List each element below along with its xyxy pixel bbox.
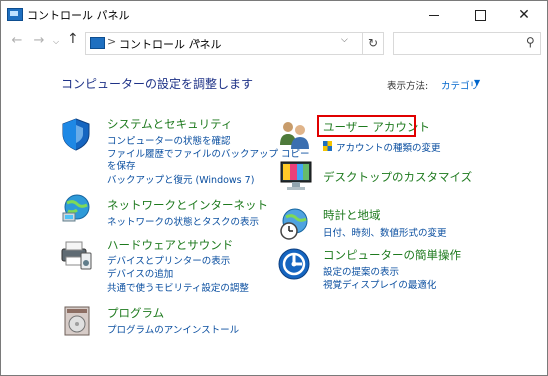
link-devices-printers[interactable]: デバイスとプリンターの表示 — [107, 253, 230, 267]
back-arrow-icon[interactable]: ← — [9, 33, 25, 48]
search-icon: ⚲ — [526, 35, 535, 49]
link-date-time-format[interactable]: 日付、時刻、数値形式の変更 — [323, 225, 447, 239]
network-globe-icon[interactable] — [59, 191, 93, 225]
control-panel-app-icon — [7, 8, 23, 21]
user-accounts-highlight-box — [317, 115, 416, 137]
recent-locations-chevron-icon[interactable]: ⌵ — [53, 37, 59, 47]
category-network-internet-title[interactable]: ネットワークとインターネット — [107, 197, 268, 213]
category-clock-region-title[interactable]: 時計と地域 — [323, 207, 381, 223]
maximize-icon — [474, 9, 486, 21]
forward-arrow-icon[interactable]: → — [31, 33, 47, 48]
link-add-device[interactable]: デバイスの追加 — [107, 266, 173, 280]
category-hardware-sound-title[interactable]: ハードウェアとサウンド — [107, 237, 233, 253]
view-by-label: 表示方法: — [387, 81, 429, 92]
user-accounts-icon[interactable] — [277, 117, 311, 151]
uac-shield-icon — [323, 141, 332, 151]
link-check-computer-status[interactable]: コンピューターの状態を確認 — [107, 133, 231, 147]
link-file-history-backup-cont[interactable]: を保存 — [107, 158, 136, 172]
search-input[interactable]: ⚲ — [393, 32, 541, 55]
close-icon: ✕ — [518, 7, 530, 23]
title-bar[interactable]: コントロール パネル ✕ — [1, 1, 547, 29]
address-dropdown-chevron-icon[interactable]: ⌵ — [341, 35, 348, 45]
address-bar[interactable]: > コントロール パネル > — [85, 32, 363, 55]
minimize-button[interactable] — [411, 1, 457, 29]
programs-disc-icon[interactable] — [61, 303, 95, 337]
category-programs-title[interactable]: プログラム — [107, 305, 164, 321]
up-arrow-icon[interactable]: ↑ — [67, 31, 79, 47]
window-title: コントロール パネル — [27, 9, 130, 22]
link-uninstall-program[interactable]: プログラムのアンインストール — [107, 322, 239, 336]
refresh-button[interactable]: ↻ — [363, 32, 384, 55]
breadcrumb-separator[interactable]: > — [192, 35, 201, 48]
minimize-icon — [429, 14, 439, 16]
category-ease-of-access-title[interactable]: コンピューターの簡単操作 — [323, 247, 461, 263]
page-title: コンピューターの設定を調整します — [61, 77, 254, 91]
clock-globe-icon[interactable] — [277, 207, 311, 241]
link-optimize-display[interactable]: 視覚ディスプレイの最適化 — [323, 277, 436, 291]
link-suggested-settings[interactable]: 設定の提案の表示 — [323, 264, 399, 278]
link-backup-restore[interactable]: バックアップと復元 (Windows 7) — [107, 172, 254, 186]
control-panel-small-icon — [90, 37, 105, 49]
printer-speaker-icon[interactable] — [59, 237, 93, 271]
view-by-caret-icon[interactable]: ▼ — [474, 78, 480, 87]
link-change-account-type[interactable]: アカウントの種類の変更 — [336, 140, 441, 154]
desktop-monitor-icon[interactable] — [279, 159, 313, 193]
category-desktop-customization-title[interactable]: デスクトップのカスタマイズ — [323, 169, 472, 185]
breadcrumb-separator[interactable]: > — [107, 35, 116, 48]
system-security-shield-icon[interactable] — [59, 117, 93, 151]
breadcrumb-control-panel[interactable]: コントロール パネル — [119, 36, 222, 52]
link-network-status-tasks[interactable]: ネットワークの状態とタスクの表示 — [107, 214, 259, 228]
category-system-security-title[interactable]: システムとセキュリティ — [107, 116, 232, 132]
ease-of-access-icon[interactable] — [277, 247, 311, 281]
maximize-button[interactable] — [457, 1, 503, 29]
close-button[interactable]: ✕ — [501, 1, 547, 29]
control-panel-window: コントロール パネル ✕ ← → ⌵ ↑ > コントロール パネル > ⌵ ↻ … — [0, 0, 548, 376]
link-mobility-settings[interactable]: 共通で使うモビリティ設定の調整 — [107, 280, 249, 294]
